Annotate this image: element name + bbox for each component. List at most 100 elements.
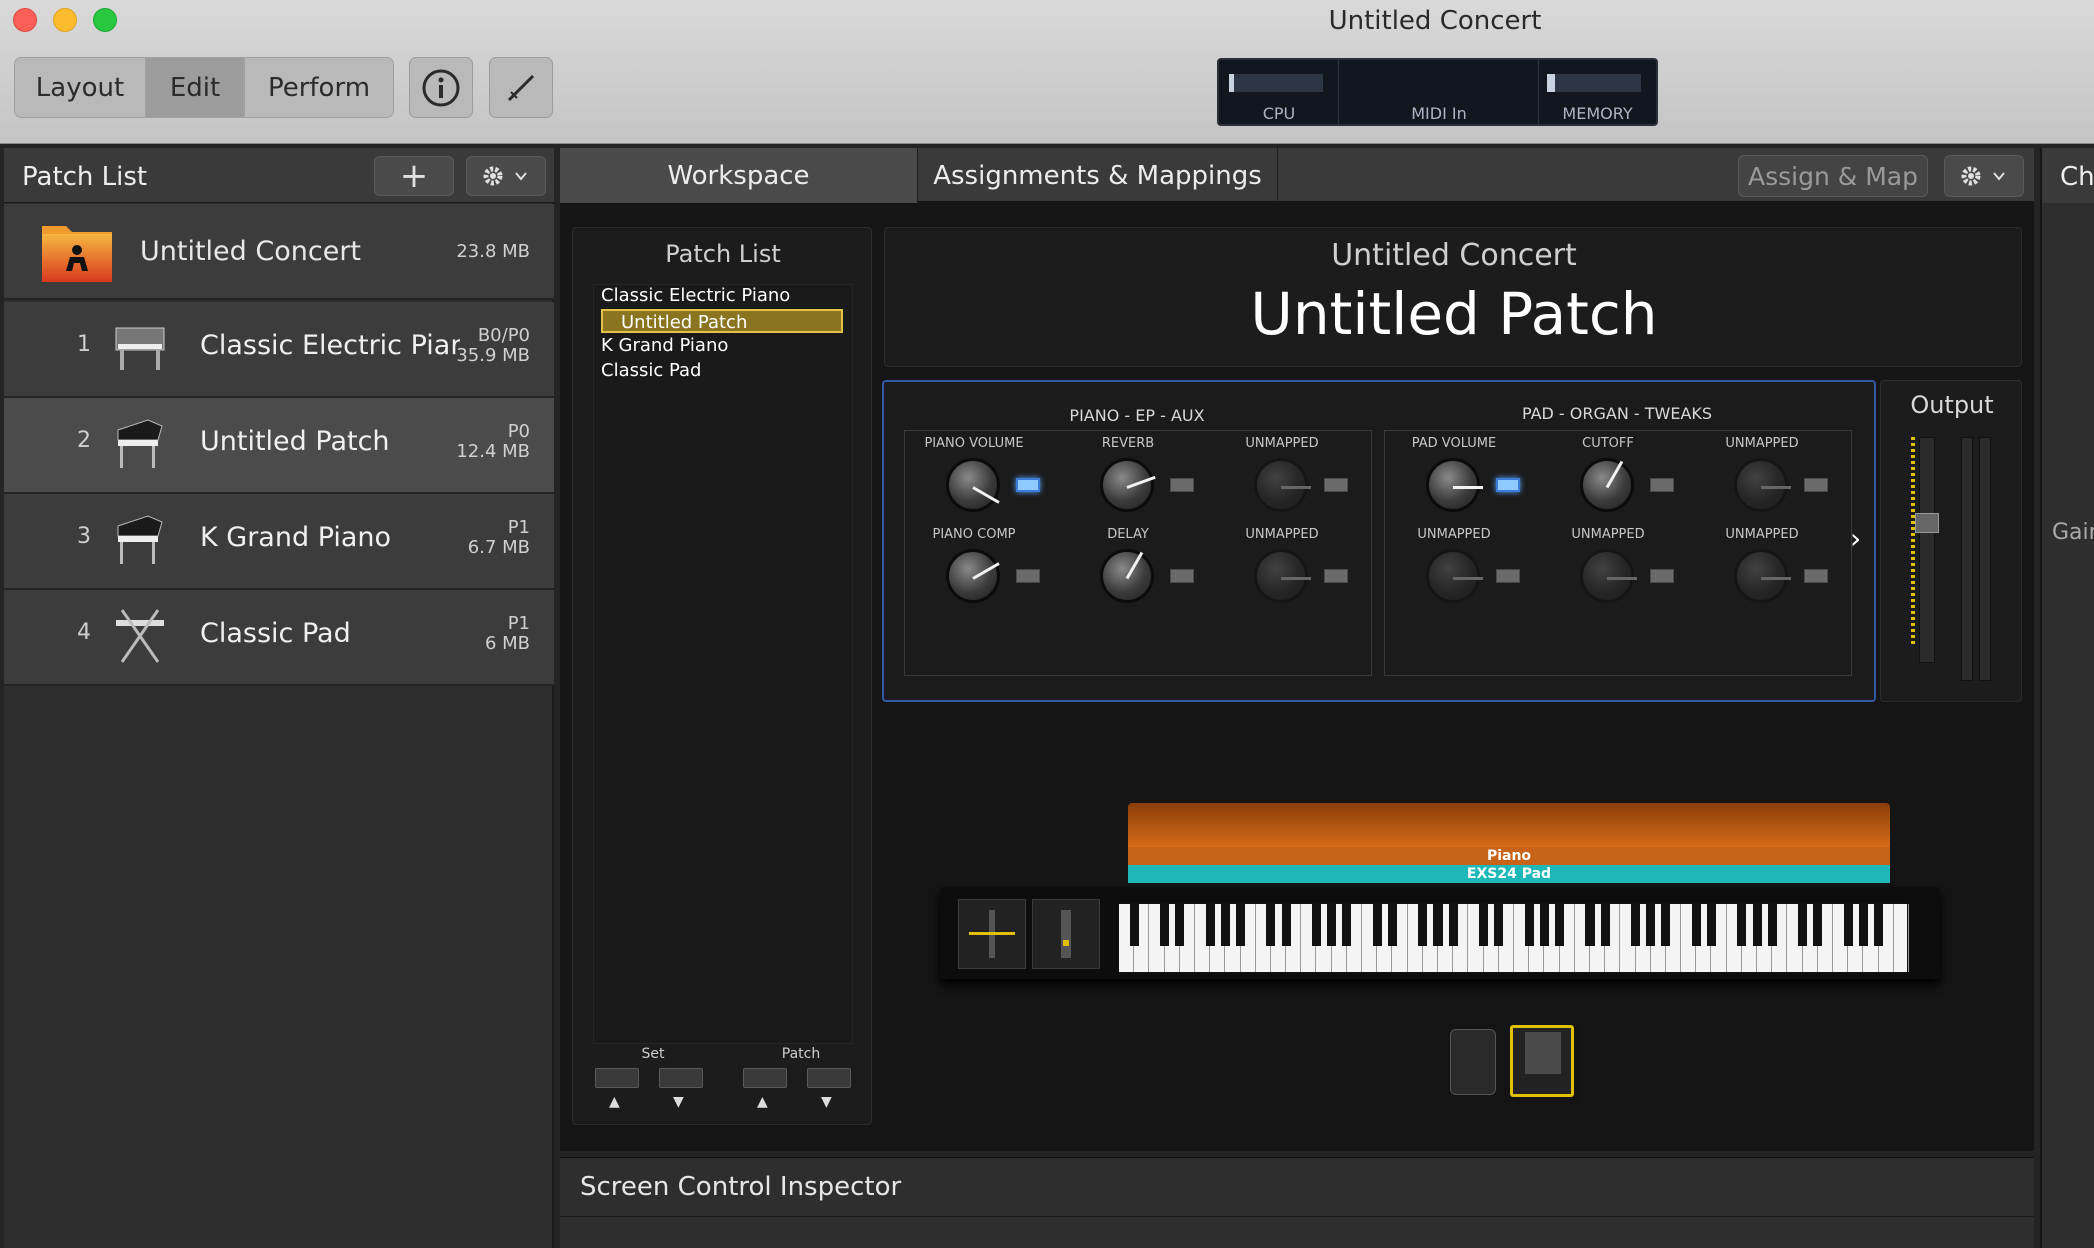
knob-label: UNMAPPED <box>1725 527 1799 542</box>
piano-keyboard[interactable] <box>1118 903 1909 973</box>
smart-control-knob[interactable] <box>1100 549 1154 603</box>
black-key[interactable] <box>1235 904 1246 946</box>
black-key[interactable] <box>1479 904 1489 946</box>
smart-control-toggle[interactable] <box>1016 569 1040 583</box>
black-key[interactable] <box>1752 904 1762 946</box>
smart-control-toggle[interactable] <box>1496 478 1520 492</box>
smart-control-toggle[interactable] <box>1650 569 1674 583</box>
black-key[interactable] <box>1843 904 1853 946</box>
layer-piano-range[interactable] <box>1128 803 1890 849</box>
set-down-button[interactable] <box>659 1068 703 1088</box>
black-key[interactable] <box>1311 904 1322 946</box>
pitch-bend-wheel[interactable] <box>958 899 1026 969</box>
patch-down-button[interactable] <box>807 1068 851 1088</box>
layout-tab-button[interactable]: Layout <box>14 57 146 118</box>
black-key[interactable] <box>1175 904 1185 946</box>
black-key[interactable] <box>1387 904 1397 946</box>
smart-control-toggle[interactable] <box>1170 569 1194 583</box>
smart-control-knob[interactable] <box>1580 458 1634 512</box>
black-key[interactable] <box>1874 904 1884 946</box>
black-key[interactable] <box>1281 904 1291 946</box>
widget-list-item-selected[interactable]: Untitled Patch <box>601 309 843 333</box>
smart-control-toggle[interactable] <box>1324 569 1348 583</box>
concert-name: Untitled Concert <box>140 236 362 267</box>
patch-row-4[interactable]: 4 Classic Pad P1 6 MB <box>4 590 554 686</box>
zoom-window-button[interactable] <box>93 8 117 32</box>
smart-control-toggle[interactable] <box>1324 478 1348 492</box>
black-key[interactable] <box>1706 904 1717 946</box>
smart-control-knob[interactable] <box>1426 458 1483 512</box>
black-key[interactable] <box>1418 904 1428 946</box>
smart-control-knob[interactable] <box>1426 549 1483 603</box>
black-key[interactable] <box>1798 904 1808 946</box>
white-key[interactable] <box>1894 904 1909 972</box>
black-key[interactable] <box>1585 904 1595 946</box>
black-key[interactable] <box>1129 904 1139 946</box>
close-window-button[interactable] <box>13 8 37 32</box>
sustain-pedal[interactable] <box>1450 1029 1496 1095</box>
widget-list-item[interactable]: Classic Pad <box>601 359 701 383</box>
next-page-chevron-icon[interactable]: › <box>1850 522 1861 555</box>
patch-list-action-menu[interactable] <box>466 156 546 196</box>
smart-control-knob[interactable] <box>1254 549 1311 603</box>
smart-control-toggle[interactable] <box>1170 478 1194 492</box>
black-key[interactable] <box>1160 904 1170 946</box>
black-key[interactable] <box>1327 904 1337 946</box>
add-patch-button[interactable]: + <box>374 156 454 196</box>
smart-control-toggle[interactable] <box>1804 478 1828 492</box>
smart-control-knob[interactable] <box>1734 549 1791 603</box>
smart-control-knob[interactable] <box>1254 458 1311 512</box>
patch-row-3[interactable]: 3 K Grand Piano P1 6.7 MB <box>4 494 554 590</box>
smart-control-toggle[interactable] <box>1804 569 1828 583</box>
black-key[interactable] <box>1494 904 1504 946</box>
black-key[interactable] <box>1539 904 1549 946</box>
black-key[interactable] <box>1342 904 1352 946</box>
black-key[interactable] <box>1691 904 1701 946</box>
patch-up-button[interactable] <box>743 1068 787 1088</box>
black-key[interactable] <box>1737 904 1747 946</box>
smart-control-knob[interactable] <box>946 549 1000 603</box>
black-key[interactable] <box>1600 904 1610 946</box>
info-button[interactable] <box>409 57 473 118</box>
black-key[interactable] <box>1220 904 1230 946</box>
black-key[interactable] <box>1767 904 1777 946</box>
widget-list-item[interactable]: Classic Electric Piano <box>601 284 790 308</box>
inspector-title: Screen Control Inspector <box>580 1172 902 1202</box>
smart-control-toggle[interactable] <box>1496 569 1520 583</box>
tab-assignments-mappings[interactable]: Assignments & Mappings <box>918 148 1278 203</box>
smart-control-knob[interactable] <box>1734 458 1791 512</box>
edit-tab-button[interactable]: Edit <box>146 57 244 118</box>
tuner-button[interactable] <box>489 57 553 118</box>
modulation-wheel[interactable] <box>1032 899 1100 969</box>
set-up-button[interactable] <box>595 1068 639 1088</box>
black-key[interactable] <box>1646 904 1656 946</box>
tab-workspace[interactable]: Workspace <box>560 148 918 203</box>
smart-control-toggle[interactable] <box>1016 478 1040 492</box>
black-key[interactable] <box>1433 904 1443 946</box>
assign-map-button[interactable]: Assign & Map <box>1738 155 1928 197</box>
black-key[interactable] <box>1630 904 1641 946</box>
concert-row[interactable]: Untitled Concert 23.8 MB <box>4 204 554 300</box>
black-key[interactable] <box>1448 904 1458 946</box>
black-key[interactable] <box>1524 904 1534 946</box>
black-key[interactable] <box>1555 904 1565 946</box>
smart-control-knob[interactable] <box>946 458 1000 512</box>
patch-row-2[interactable]: 2 Untitled Patch P0 12.4 MB <box>4 398 554 494</box>
minimize-window-button[interactable] <box>53 8 77 32</box>
black-key[interactable] <box>1266 904 1276 946</box>
black-key[interactable] <box>1858 904 1868 946</box>
perform-tab-button[interactable]: Perform <box>244 57 394 118</box>
smart-control-knob[interactable] <box>1580 549 1637 603</box>
expression-pedal[interactable] <box>1510 1025 1574 1097</box>
black-key[interactable] <box>1813 904 1823 946</box>
black-key[interactable] <box>1372 904 1382 946</box>
black-key[interactable] <box>1661 904 1671 946</box>
workspace-action-menu[interactable] <box>1944 155 2024 197</box>
patch-row-1[interactable]: 1 Classic Electric Piano B0/P0 35.9 MB <box>4 302 554 398</box>
output-fader-handle[interactable] <box>1915 513 1939 533</box>
grand-piano-icon <box>112 510 168 574</box>
black-key[interactable] <box>1205 904 1215 946</box>
smart-control-knob[interactable] <box>1100 458 1156 512</box>
smart-control-toggle[interactable] <box>1650 478 1674 492</box>
widget-list-item[interactable]: K Grand Piano <box>601 334 728 358</box>
